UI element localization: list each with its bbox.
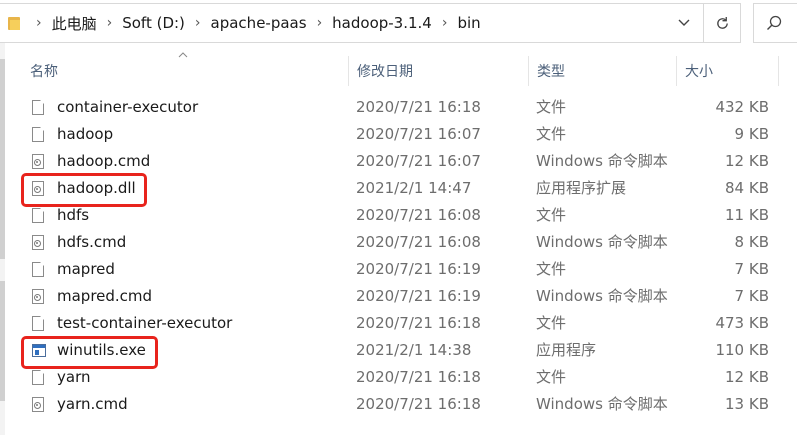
file-icon: [32, 262, 45, 278]
file-size: 13 KB: [725, 395, 769, 413]
file-name: test-container-executor: [57, 314, 233, 332]
refresh-icon[interactable]: [703, 4, 740, 42]
breadcrumb-separator[interactable]: ›: [195, 15, 201, 31]
file-date: 2020/7/21 16:07: [356, 125, 481, 143]
cmd-script-icon: [32, 235, 45, 251]
breadcrumb-apache-paas[interactable]: apache-paas: [211, 14, 307, 32]
file-name: yarn.cmd: [57, 395, 128, 413]
file-date: 2020/7/21 16:08: [356, 233, 481, 251]
file-type: Windows 命令脚本: [536, 395, 668, 413]
folder-icon: [8, 15, 20, 31]
file-size: 12 KB: [725, 152, 769, 170]
file-name: mapred.cmd: [57, 287, 153, 305]
file-type: 文件: [536, 206, 567, 224]
file-name: hdfs.cmd: [57, 233, 127, 251]
file-row[interactable]: hdfs.cmd 2020/7/21 16:08 Windows 命令脚本 8 …: [20, 229, 780, 256]
breadcrumb-soft-drive[interactable]: Soft (D:): [122, 14, 185, 32]
breadcrumb-this-pc[interactable]: 此电脑: [52, 13, 97, 34]
file-type: 应用程序扩展: [536, 179, 627, 197]
file-name: hadoop.cmd: [57, 152, 151, 170]
highlight-box-hadoop-dll: [21, 173, 147, 207]
address-bar[interactable]: › 此电脑 › Soft (D:) › apache-paas › hadoop…: [0, 3, 741, 43]
file-date: 2020/7/21 16:19: [356, 287, 481, 305]
file-date: 2021/2/1 14:47: [356, 179, 472, 197]
breadcrumb-separator[interactable]: ›: [107, 15, 113, 31]
file-row[interactable]: hadoop 2020/7/21 16:07 文件 9 KB: [20, 121, 780, 148]
file-size: 11 KB: [725, 206, 769, 224]
file-date: 2021/2/1 14:38: [356, 341, 472, 359]
cmd-script-icon: [32, 154, 45, 170]
column-header-name[interactable]: 名称: [20, 56, 348, 86]
file-size: 12 KB: [725, 368, 769, 386]
file-date: 2020/7/21 16:08: [356, 206, 481, 224]
file-type: 文件: [536, 260, 567, 278]
file-type: 文件: [536, 98, 567, 116]
file-date: 2020/7/21 16:18: [356, 395, 481, 413]
file-row[interactable]: hadoop.cmd 2020/7/21 16:07 Windows 命令脚本 …: [20, 148, 780, 175]
file-date: 2020/7/21 16:19: [356, 260, 481, 278]
file-size: 110 KB: [715, 341, 769, 359]
highlight-box-winutils-exe: [21, 336, 158, 369]
file-list-scrollbar[interactable]: [784, 43, 797, 435]
file-type: 应用程序: [536, 341, 597, 359]
file-type: 文件: [536, 368, 567, 386]
file-type: 文件: [536, 314, 567, 332]
file-date: 2020/7/21 16:18: [356, 368, 481, 386]
file-date: 2020/7/21 16:18: [356, 98, 481, 116]
column-header-type[interactable]: 类型: [528, 56, 676, 86]
file-name: hadoop: [57, 125, 114, 143]
file-name: mapred: [57, 260, 115, 278]
breadcrumb-separator[interactable]: ›: [442, 15, 448, 31]
file-icon: [32, 370, 45, 386]
column-header-date[interactable]: 修改日期: [348, 56, 528, 86]
breadcrumb-separator[interactable]: ›: [317, 15, 323, 31]
file-date: 2020/7/21 16:07: [356, 152, 481, 170]
file-date: 2020/7/21 16:18: [356, 314, 481, 332]
navigation-pane-scrollbar[interactable]: [0, 43, 5, 435]
file-type: Windows 命令脚本: [536, 287, 668, 305]
file-type: Windows 命令脚本: [536, 152, 668, 170]
file-icon: [32, 100, 45, 116]
file-size: 84 KB: [725, 179, 769, 197]
file-size: 7 KB: [734, 287, 769, 305]
file-size: 8 KB: [734, 233, 769, 251]
file-icon: [32, 208, 45, 224]
file-size: 432 KB: [715, 98, 769, 116]
chevron-down-icon[interactable]: [665, 4, 703, 42]
file-size: 7 KB: [734, 260, 769, 278]
file-name: container-executor: [57, 98, 199, 116]
file-icon: [32, 316, 45, 332]
file-row[interactable]: yarn.cmd 2020/7/21 16:18 Windows 命令脚本 13…: [20, 391, 780, 418]
file-row[interactable]: mapred.cmd 2020/7/21 16:19 Windows 命令脚本 …: [20, 283, 780, 310]
breadcrumb-separator[interactable]: ›: [36, 15, 42, 31]
file-type: Windows 命令脚本: [536, 233, 668, 251]
file-size: 473 KB: [715, 314, 769, 332]
file-row[interactable]: test-container-executor 2020/7/21 16:18 …: [20, 310, 780, 337]
search-box[interactable]: [753, 3, 797, 43]
file-type: 文件: [536, 125, 567, 143]
cmd-script-icon: [32, 397, 45, 413]
column-header-size[interactable]: 大小: [676, 56, 779, 86]
cmd-script-icon: [32, 289, 45, 305]
file-size: 9 KB: [734, 125, 769, 143]
breadcrumb-hadoop[interactable]: hadoop-3.1.4: [332, 14, 432, 32]
file-row[interactable]: container-executor 2020/7/21 16:18 文件 43…: [20, 94, 780, 121]
file-icon: [32, 127, 45, 143]
search-icon: [767, 15, 782, 30]
file-row[interactable]: mapred 2020/7/21 16:19 文件 7 KB: [20, 256, 780, 283]
breadcrumb-bin[interactable]: bin: [457, 14, 480, 32]
